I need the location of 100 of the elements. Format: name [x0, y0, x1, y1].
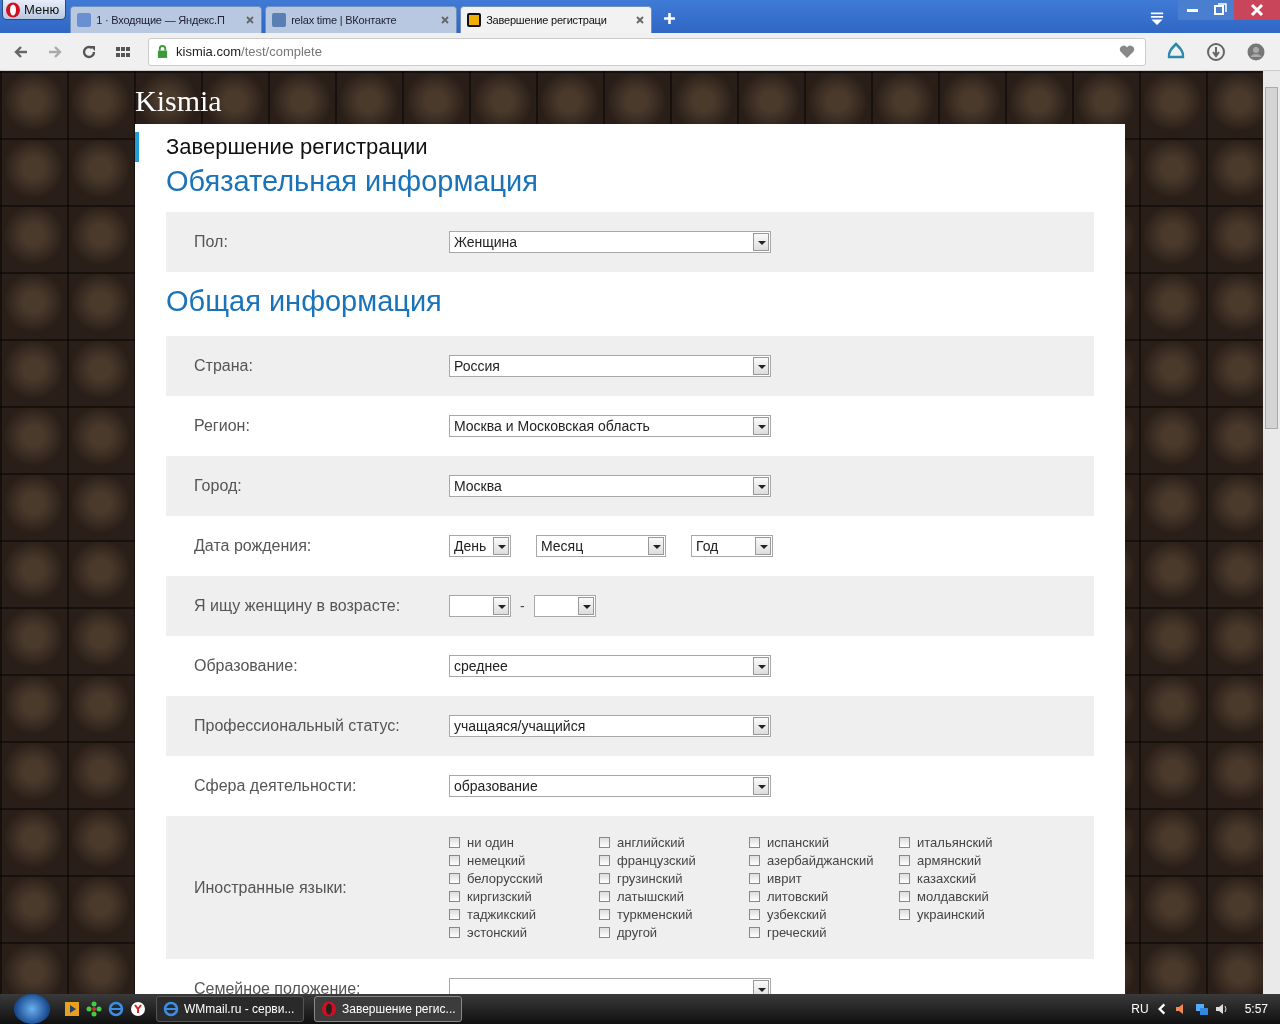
user-icon[interactable] [1246, 41, 1266, 62]
checkbox[interactable] [599, 873, 610, 884]
tab-title: 1 · Входящие — Яндекс.П [96, 14, 226, 26]
caret-icon [753, 657, 769, 675]
checkbox[interactable] [749, 855, 760, 866]
checkbox-label[interactable]: грузинский [617, 871, 683, 886]
checkbox-label[interactable]: другой [617, 925, 658, 940]
field-label: Регион: [194, 417, 251, 435]
checkbox-label[interactable]: азербайджанский [767, 853, 874, 868]
dropdown[interactable]: среднее [449, 655, 771, 677]
dropdown[interactable]: День [449, 535, 511, 557]
dropdown[interactable] [533, 595, 596, 617]
y-logo-icon[interactable] [130, 1001, 146, 1017]
forward-icon[interactable] [47, 43, 63, 60]
checkbox[interactable] [749, 927, 760, 938]
dropdown[interactable]: Москва [449, 475, 771, 497]
start-button[interactable] [14, 994, 50, 1024]
checkbox-label[interactable]: литовский [767, 889, 829, 904]
browser-e-icon[interactable] [108, 1001, 124, 1017]
checkbox-label[interactable]: иврит [767, 871, 802, 886]
checkbox[interactable] [899, 873, 910, 884]
address-field[interactable]: kismia.com/test/complete [148, 37, 1146, 66]
new-tab-icon[interactable] [663, 12, 677, 25]
checkbox-label[interactable]: английский [617, 835, 685, 850]
checkbox[interactable] [749, 837, 760, 848]
checkbox-label[interactable]: белорусский [467, 871, 543, 886]
checkbox-label[interactable]: киргизский [467, 889, 532, 904]
network-icon[interactable] [1194, 1002, 1209, 1016]
checkbox[interactable] [899, 909, 910, 920]
close-icon[interactable] [440, 15, 451, 25]
close-icon[interactable] [1234, 0, 1280, 20]
checkbox-label[interactable]: молдавский [917, 889, 989, 904]
checkbox[interactable] [449, 837, 460, 848]
checkbox-label[interactable]: испанский [767, 835, 829, 850]
checkbox[interactable] [749, 909, 760, 920]
checkbox-label[interactable]: украинский [917, 907, 985, 922]
browser-tab[interactable]: Завершение регистраци [460, 6, 653, 33]
flower-icon[interactable] [86, 1001, 102, 1017]
checkbox-label[interactable]: латышский [617, 889, 684, 904]
dropdown[interactable] [449, 595, 511, 617]
taskbar-button[interactable]: WMmail.ru - серви... [156, 996, 304, 1022]
checkbox[interactable] [599, 927, 610, 938]
checkbox[interactable] [599, 855, 610, 866]
checkbox[interactable] [899, 891, 910, 902]
checkbox[interactable] [449, 909, 460, 920]
checkbox-label[interactable]: итальянский [917, 835, 993, 850]
checkbox[interactable] [599, 909, 610, 920]
field-label: Страна: [194, 357, 254, 375]
dropdown[interactable]: Россия [449, 355, 771, 377]
dropdown[interactable]: учащаяся/учащийся [449, 715, 771, 737]
checkbox-label[interactable]: армянский [917, 853, 982, 868]
close-icon[interactable] [245, 15, 256, 25]
dropdown[interactable] [449, 978, 771, 994]
checkbox-label[interactable]: ни один [467, 835, 515, 850]
browser-menu-button[interactable]: Меню [2, 0, 67, 20]
checkbox[interactable] [749, 873, 760, 884]
dropdown[interactable]: Женщина [449, 231, 771, 253]
checkbox-label[interactable]: французский [617, 853, 696, 868]
stash-icon[interactable] [1150, 12, 1164, 25]
close-icon[interactable] [635, 15, 646, 25]
checkbox-label[interactable]: эстонский [467, 925, 528, 940]
scroll-thumb[interactable] [1265, 87, 1278, 429]
volume-icon[interactable] [1214, 1002, 1229, 1016]
heart-icon[interactable] [1119, 44, 1135, 59]
checkbox-label[interactable]: узбекский [767, 907, 827, 922]
field-label: Образование: [194, 657, 299, 675]
browser-tab[interactable]: 1 · Входящие — Яндекс.П [70, 6, 263, 33]
browser-tab[interactable]: relax time | ВКонтакте [265, 6, 458, 33]
restore-icon[interactable] [1206, 0, 1234, 20]
checkbox[interactable] [899, 855, 910, 866]
checkbox[interactable] [449, 873, 460, 884]
back-icon[interactable] [13, 43, 29, 60]
checkbox[interactable] [599, 891, 610, 902]
checkbox-label[interactable]: немецкий [467, 853, 526, 868]
media-player-icon[interactable] [64, 1001, 80, 1017]
checkbox-label[interactable]: греческий [767, 925, 827, 940]
caret-icon [753, 717, 769, 735]
checkbox-label[interactable]: таджикский [467, 907, 537, 922]
dropdown[interactable]: образование [449, 775, 771, 797]
dropdown[interactable]: Год [691, 535, 773, 557]
checkbox[interactable] [449, 855, 460, 866]
checkbox-label[interactable]: казахский [917, 871, 977, 886]
caret-icon [753, 357, 769, 375]
checkbox[interactable] [449, 927, 460, 938]
reload-icon[interactable] [81, 43, 97, 60]
checkbox[interactable] [599, 837, 610, 848]
checkbox[interactable] [899, 837, 910, 848]
dropdown[interactable]: Москва и Московская область [449, 415, 771, 437]
caret-icon [493, 537, 509, 555]
minimize-icon[interactable] [1178, 0, 1206, 20]
taskbar-button[interactable]: Завершение регис... [314, 996, 462, 1022]
language-indicator[interactable]: RU [1131, 1002, 1149, 1016]
dropdown[interactable]: Месяц [536, 535, 666, 557]
section-heading: Общая информация [166, 284, 443, 319]
checkbox-label[interactable]: туркменский [617, 907, 693, 922]
site-logo[interactable]: Kismia [135, 71, 222, 124]
download-icon[interactable] [1206, 41, 1226, 62]
checkbox[interactable] [449, 891, 460, 902]
scrollbar[interactable] [1263, 71, 1280, 994]
checkbox[interactable] [749, 891, 760, 902]
